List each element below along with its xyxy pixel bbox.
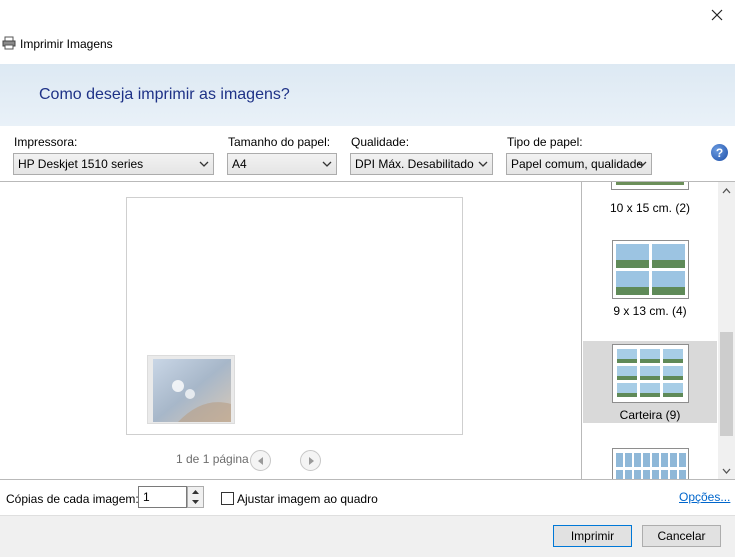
help-icon[interactable]: ?: [711, 144, 728, 161]
layout-item-9x13[interactable]: 9 x 13 cm. (4): [583, 232, 717, 332]
arrow-right-icon: [308, 456, 314, 465]
printer-icon: [2, 36, 16, 50]
increment-button[interactable]: [188, 487, 203, 497]
chevron-up-icon: [192, 490, 199, 494]
quality-label: Qualidade:: [351, 135, 410, 149]
layout-thumbnail: [611, 182, 689, 190]
copies-label: Cópias de cada imagem:: [6, 492, 139, 506]
layout-label: 9 x 13 cm. (4): [613, 304, 687, 318]
header-banner: Como deseja imprimir as imagens?: [0, 64, 735, 126]
layout-scrollbar[interactable]: [718, 182, 735, 479]
close-button[interactable]: [706, 4, 728, 26]
layout-list: 10 x 15 cm. (2) 9 x 13 cm. (4) Carteira …: [583, 182, 718, 479]
chevron-down-icon: [322, 161, 332, 167]
paper-size-select[interactable]: A4: [227, 153, 337, 175]
layout-item-contact-sheet[interactable]: [583, 448, 717, 479]
quality-value: DPI Máx. Desabilitado: [355, 157, 474, 171]
page-heading: Como deseja imprimir as imagens?: [39, 86, 290, 103]
layout-thumbnail: [612, 448, 689, 479]
layout-label: 10 x 15 cm. (2): [609, 201, 691, 215]
cancel-button[interactable]: Cancelar: [642, 525, 721, 547]
fit-image-label[interactable]: Ajustar imagem ao quadro: [237, 492, 378, 506]
preview-photo: [147, 355, 235, 424]
fit-image-checkbox[interactable]: [221, 492, 234, 505]
chevron-down-icon: [478, 161, 488, 167]
scroll-up-button[interactable]: [718, 182, 735, 199]
copies-stepper[interactable]: [187, 486, 204, 508]
title-bar: Imprimir Imagens: [0, 0, 735, 64]
scroll-down-button[interactable]: [718, 462, 735, 479]
options-link[interactable]: Opções...: [679, 490, 730, 504]
previous-page-button[interactable]: [250, 450, 271, 471]
print-preview: 1 de 1 página: [0, 182, 582, 479]
chevron-down-icon: [192, 500, 199, 504]
paper-type-value: Papel comum, qualidade: [511, 157, 644, 171]
paper-type-label: Tipo de papel:: [507, 135, 583, 149]
arrow-left-icon: [257, 456, 263, 465]
next-page-button[interactable]: [300, 450, 321, 471]
chevron-down-icon: [722, 468, 731, 474]
preview-page: [126, 197, 463, 435]
paper-type-select[interactable]: Papel comum, qualidade: [506, 153, 652, 175]
decrement-button[interactable]: [188, 497, 203, 507]
copies-input[interactable]: [138, 486, 187, 508]
quality-select[interactable]: DPI Máx. Desabilitado: [350, 153, 493, 175]
print-options: Impressora: HP Deskjet 1510 series Taman…: [0, 126, 735, 182]
chevron-down-icon: [637, 161, 647, 167]
dialog-footer: Imprimir Cancelar: [0, 515, 735, 557]
paper-size-value: A4: [232, 157, 247, 171]
printer-select[interactable]: HP Deskjet 1510 series: [13, 153, 214, 175]
window-title: Imprimir Imagens: [20, 37, 113, 51]
layout-label: Carteira (9): [619, 408, 681, 422]
layout-thumbnail: [612, 240, 689, 299]
copies-bar: Cópias de cada imagem: Ajustar imagem ao…: [0, 479, 735, 515]
print-button[interactable]: Imprimir: [553, 525, 632, 547]
page-counter: 1 de 1 página: [176, 452, 249, 466]
layout-item-carteira[interactable]: Carteira (9): [583, 341, 717, 423]
paper-size-label: Tamanho do papel:: [228, 135, 331, 149]
printer-value: HP Deskjet 1510 series: [18, 157, 144, 171]
close-icon: [711, 9, 723, 21]
layout-thumbnail: [612, 344, 689, 403]
layout-item-10x15[interactable]: 10 x 15 cm. (2): [583, 182, 717, 220]
chevron-down-icon: [199, 161, 209, 167]
printer-label: Impressora:: [14, 135, 78, 149]
chevron-up-icon: [722, 187, 731, 193]
scroll-thumb[interactable]: [720, 332, 733, 436]
